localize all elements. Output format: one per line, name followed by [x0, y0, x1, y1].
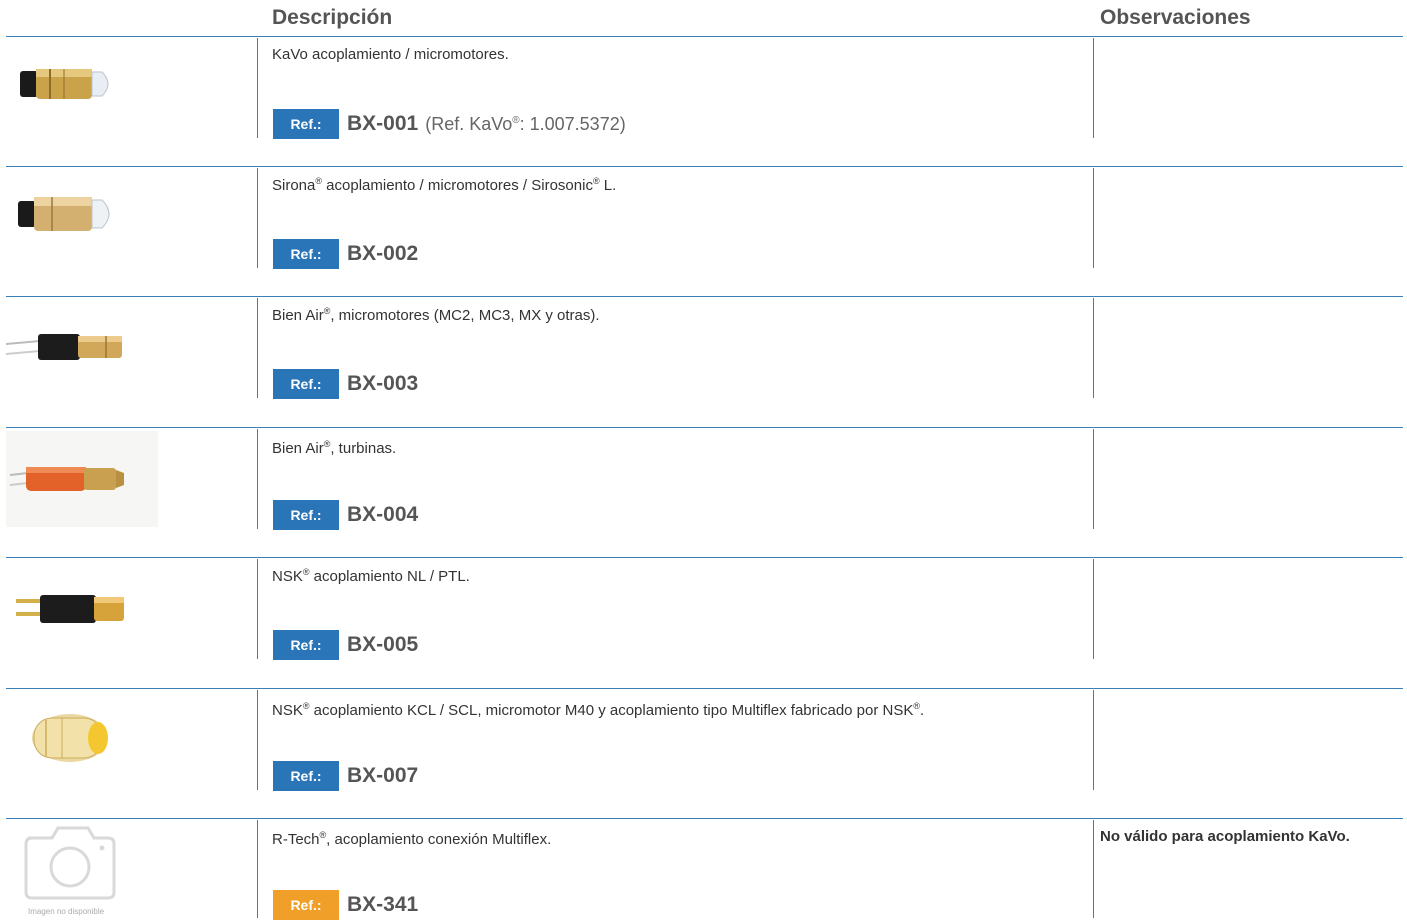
- product-row: KaVo acoplamiento / micromotores. Ref.: …: [6, 36, 1403, 139]
- description-text: R-Tech®, acoplamiento conexión Multiflex…: [272, 830, 552, 848]
- ref-code: BX-007: [347, 764, 419, 787]
- ref-badge: Ref.:: [273, 369, 339, 399]
- product-row: Bien Air®, micromotores (MC2, MC3, MX y …: [6, 296, 1403, 399]
- observations-column-header: Observaciones: [1100, 6, 1251, 29]
- product-row: Bien Air®, turbinas. Ref.: BX-004: [6, 427, 1403, 530]
- ref-code: BX-002: [347, 242, 419, 265]
- ref-code: BX-005: [347, 633, 419, 656]
- description-text: KaVo acoplamiento / micromotores.: [272, 46, 509, 63]
- ref-badge: Ref.:: [273, 109, 339, 139]
- product-row: NSK® acoplamiento KCL / SCL, micromotor …: [6, 688, 1403, 791]
- ref-code: BX-001 (Ref. KaVo®: 1.007.5372): [347, 112, 626, 135]
- nsk-kcl-coupling-image: [32, 714, 108, 762]
- ref-badge: Ref.:: [273, 630, 339, 660]
- ref-code: BX-003: [347, 372, 419, 395]
- kavo-coupling-image: [20, 69, 109, 99]
- bienair-micromotor-image: [6, 334, 122, 360]
- product-row: Sirona® acoplamiento / micromotores / Si…: [6, 166, 1403, 269]
- description-text: NSK® acoplamiento KCL / SCL, micromotor …: [272, 701, 925, 719]
- nsk-nl-coupling-image: [16, 595, 124, 623]
- description-text: Bien Air®, turbinas.: [272, 439, 397, 457]
- observation-text: No válido para acoplamiento KaVo.: [1100, 828, 1350, 845]
- ref-badge: Ref.:: [273, 500, 339, 530]
- description-text: Bien Air®, micromotores (MC2, MC3, MX y …: [272, 306, 600, 324]
- ref-code: BX-004: [347, 503, 419, 526]
- ref-badge: Ref.:: [273, 890, 339, 920]
- ref-badge: Ref.:: [273, 239, 339, 269]
- image-unavailable-label: Imagen no disponible: [28, 907, 105, 916]
- product-row: NSK® acoplamiento NL / PTL. Ref.: BX-005: [6, 557, 1403, 660]
- camera-icon: [24, 826, 116, 900]
- sirona-coupling-image: [18, 197, 110, 231]
- ref-badge: Ref.:: [273, 761, 339, 791]
- ref-code: BX-341: [347, 893, 419, 916]
- description-text: NSK® acoplamiento NL / PTL.: [272, 567, 470, 585]
- description-column-header: Descripción: [272, 6, 393, 29]
- description-text: Sirona® acoplamiento / micromotores / Si…: [272, 176, 617, 194]
- product-row: Imagen no disponible R-Tech®, acoplamien…: [6, 818, 1403, 920]
- bienair-turbine-image: [6, 431, 158, 527]
- ref-extra: (Ref. KaVo®: 1.007.5372): [425, 113, 626, 134]
